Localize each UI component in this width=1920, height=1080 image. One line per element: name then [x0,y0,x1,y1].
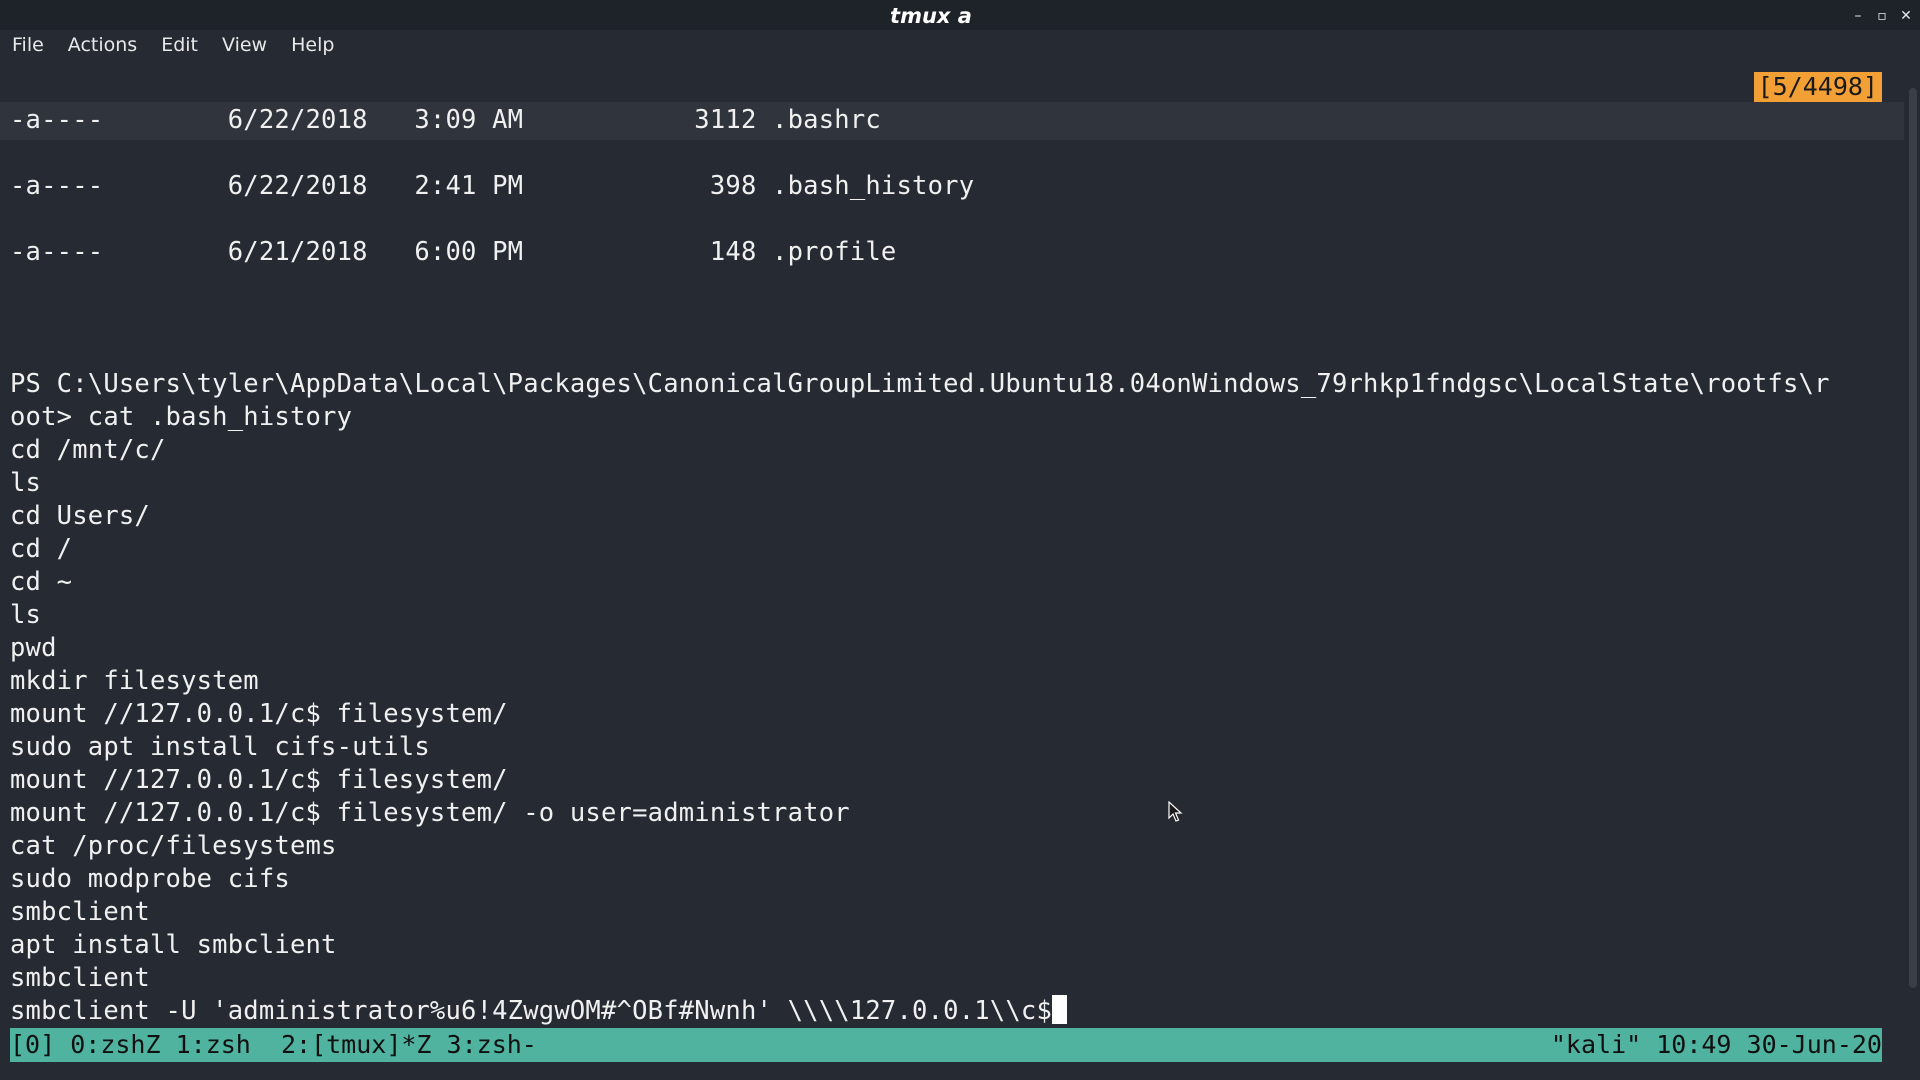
terminal-line: mkdir filesystem [10,666,259,696]
terminal-line: smbclient [10,963,150,993]
terminal-line: cd / [10,534,73,564]
terminal-line: pwd [10,633,57,663]
terminal-window: tmux a – ▫ ✕ File Actions Edit View Help… [0,0,1920,1080]
terminal-line: mount //127.0.0.1/c$ filesystem/ [10,699,508,729]
terminal-output[interactable]: -a---- 6/22/2018 3:09 AM 3112 .bashrc -a… [0,60,1904,1028]
mouse-pointer-icon [1168,801,1183,822]
scrollbar[interactable] [1906,60,1920,1028]
terminal-line: ls [10,468,42,498]
menu-actions[interactable]: Actions [56,30,149,60]
text-cursor [1052,995,1068,1024]
terminal-line: sudo modprobe cifs [10,864,290,894]
terminal-line: ls [10,600,42,630]
scrollbar-thumb[interactable] [1909,88,1917,988]
window-controls: – ▫ ✕ [1848,6,1916,26]
menu-bar: File Actions Edit View Help [0,30,1920,60]
menu-view[interactable]: View [210,30,279,60]
terminal-line: mount //127.0.0.1/c$ filesystem/ -o user… [10,798,850,828]
terminal-line: -a---- 6/22/2018 2:41 PM 398 .bash_histo… [10,171,975,201]
menu-edit[interactable]: Edit [149,30,210,60]
tmux-window-1[interactable]: 1:zsh [176,1030,251,1059]
prompt-command: smbclient -U 'administrator%u6!4ZwgwOM#^… [10,996,1053,1026]
close-icon[interactable]: ✕ [1896,6,1916,26]
terminal-prompt-line[interactable]: smbclient -U 'administrator%u6!4ZwgwOM#^… [10,995,1068,1028]
terminal-line: -a---- 6/22/2018 3:09 AM 3112 .bashrc [10,105,881,135]
terminal-line: PS C:\Users\tyler\AppData\Local\Packages… [10,369,1830,399]
status-left: [0] 0:zshZ 1:zsh 2:[tmux]*Z 3:zsh- [10,1028,537,1062]
title-bar[interactable]: tmux a – ▫ ✕ [0,0,1920,32]
menu-help[interactable]: Help [279,30,346,60]
tmux-status-bar: [0] 0:zshZ 1:zsh 2:[tmux]*Z 3:zsh- "kali… [10,1028,1882,1062]
status-host-clock: "kali" 10:49 30-Jun-20 [1550,1030,1882,1059]
maximize-icon[interactable]: ▫ [1872,6,1892,26]
tmux-window-3[interactable]: 3:zsh- [447,1030,537,1059]
tmux-window-0[interactable]: 0:zshZ [70,1030,160,1059]
terminal-line: cat /proc/filesystems [10,831,337,861]
copy-mode-position-indicator: [5/4498] [1753,72,1882,102]
menu-file[interactable]: File [0,30,56,60]
tmux-window-2[interactable]: 2:[tmux]*Z [281,1030,432,1059]
terminal-line: sudo apt install cifs-utils [10,732,430,762]
minimize-icon[interactable]: – [1848,6,1868,26]
window-title: tmux a [890,4,972,28]
terminal-line: apt install smbclient [10,930,337,960]
terminal-line: cd Users/ [10,501,150,531]
terminal-line: oot> cat .bash_history [10,402,353,432]
terminal-line: -a---- 6/21/2018 6:00 PM 148 .profile [10,237,897,267]
session-label: [0] [10,1030,56,1059]
terminal-line: smbclient [10,897,150,927]
terminal-line: mount //127.0.0.1/c$ filesystem/ [10,765,508,795]
terminal-line: cd /mnt/c/ [10,435,166,465]
terminal-line: cd ~ [10,567,73,597]
